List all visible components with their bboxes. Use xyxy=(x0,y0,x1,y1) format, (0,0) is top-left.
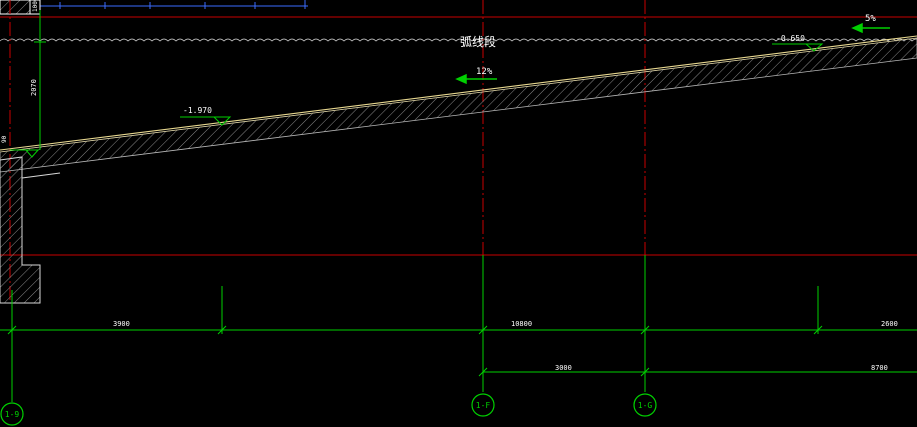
axis-label-left: 1-9 xyxy=(5,410,20,419)
ramp-slab xyxy=(0,35,917,173)
dim-row1-right: 2600 xyxy=(881,320,898,328)
dim-left-small: 90 xyxy=(1,135,8,143)
dim-left-vertical: 2070 xyxy=(30,79,38,96)
left-wall-footing xyxy=(0,156,61,304)
axis-bubbles xyxy=(0,393,657,426)
top-blue-dimension xyxy=(40,0,308,9)
slope-label-top: 5% xyxy=(865,14,876,24)
dimension-ticks xyxy=(7,325,823,377)
dim-row1-mid: 10800 xyxy=(511,320,532,328)
slope-label-main: 12% xyxy=(476,67,493,77)
elevation-label-right: -0.650 xyxy=(776,34,805,43)
dim-top-vertical: 1000 xyxy=(32,0,39,12)
elevation-label-left: -1.970 xyxy=(183,106,212,115)
dim-row1-left: 3900 xyxy=(113,320,130,328)
dim-row2-right: 8700 xyxy=(871,364,888,372)
dim-row2-left: 3000 xyxy=(555,364,572,372)
axis-label-right: 1-G xyxy=(638,401,653,410)
section-label: 弧线段 xyxy=(460,34,496,49)
cad-section-drawing: 5% 12% -0.650 -1.970 弧线段 1000 2070 90 39… xyxy=(0,0,917,426)
axis-label-mid: 1-F xyxy=(476,401,491,410)
